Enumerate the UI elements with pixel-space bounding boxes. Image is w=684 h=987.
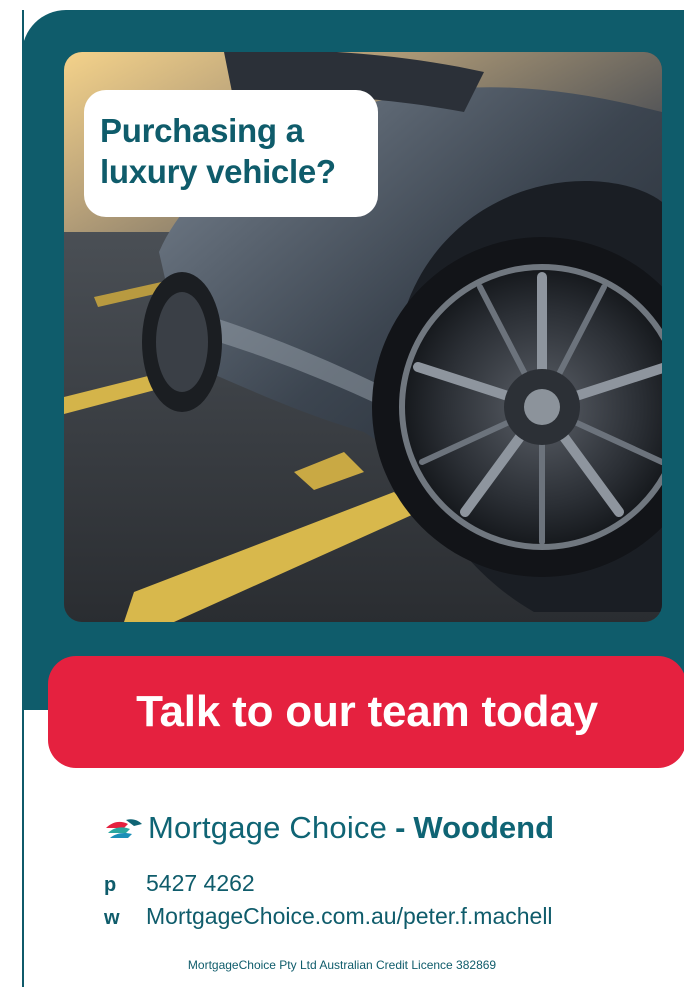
headline-callout: Purchasing a luxury vehicle? — [84, 90, 378, 217]
website-key: w — [104, 907, 120, 929]
phone-number[interactable]: 5427 4262 — [146, 870, 255, 897]
brand-name: Mortgage Choice — [148, 810, 388, 845]
talk-to-team-button[interactable]: Talk to our team today — [48, 656, 684, 768]
mortgage-choice-bird-icon — [104, 814, 144, 842]
phone-row: p 5427 4262 — [104, 870, 255, 897]
website-link[interactable]: MortgageChoice.com.au/peter.f.machell — [146, 903, 553, 930]
brand-separator: - — [395, 810, 406, 845]
credit-licence-text: MortgageChoice Pty Ltd Australian Credit… — [187, 958, 497, 972]
phone-key: p — [104, 874, 117, 896]
headline-line-1: Purchasing a — [100, 112, 304, 149]
headline-line-2: luxury vehicle? — [100, 153, 336, 190]
brand-lockup: Mortgage Choice - Woodend — [104, 806, 554, 850]
brand-branch: Woodend — [413, 810, 555, 845]
website-row: w MortgageChoice.com.au/peter.f.machell — [104, 903, 553, 930]
